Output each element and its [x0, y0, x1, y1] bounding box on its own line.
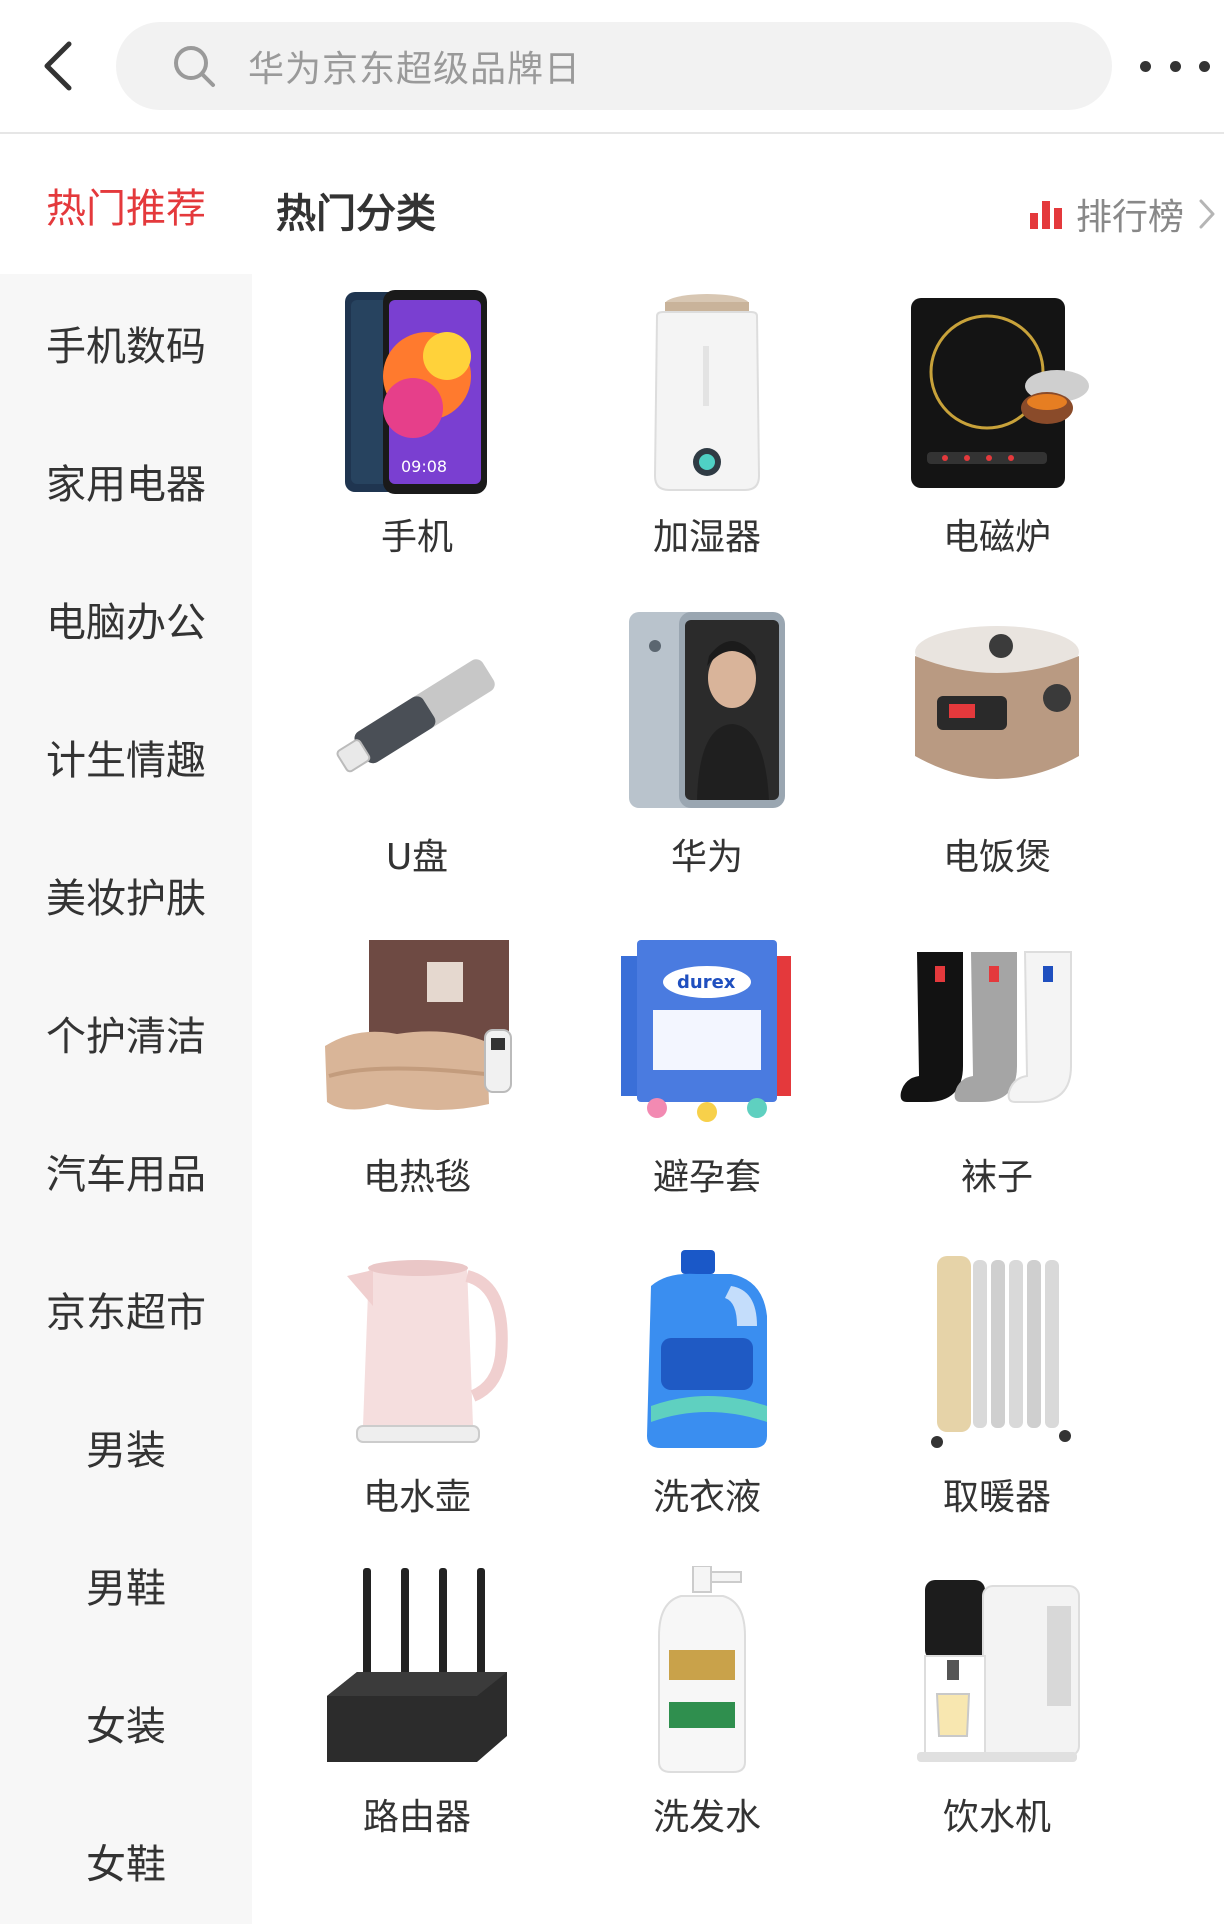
sidebar-item-menswear[interactable]: 男装 — [0, 1378, 252, 1516]
category-item-socks[interactable]: 袜子 — [852, 926, 1142, 1226]
sidebar-item-womenswear[interactable]: 女装 — [0, 1654, 252, 1792]
category-label: 华为 — [670, 837, 743, 878]
category-item-detergent[interactable]: 洗衣液 — [562, 1246, 852, 1546]
category-item-condom-box[interactable]: durex 避孕套 — [562, 926, 852, 1226]
category-label: 洗发水 — [652, 1797, 761, 1838]
more-dots-icon — [1199, 60, 1210, 72]
category-label: 手机 — [380, 517, 453, 558]
humidifier-icon — [607, 286, 807, 496]
kettle-icon — [317, 1246, 517, 1456]
category-item-water-dispenser[interactable]: 饮水机 — [852, 1566, 1142, 1866]
sidebar-item-womens-shoes[interactable]: 女鞋 — [0, 1792, 252, 1924]
heater-icon — [897, 1246, 1097, 1456]
top-bar: 华为京东超级品牌日 — [0, 0, 1224, 134]
more-dots-icon — [1169, 60, 1181, 72]
category-item-induction-cooker[interactable]: 电磁炉 — [852, 286, 1142, 586]
category-label: 路由器 — [362, 1797, 471, 1838]
category-item-humidifier[interactable]: 加湿器 — [562, 286, 852, 586]
electric-blanket-icon — [317, 926, 517, 1136]
bar-chart-icon — [1029, 201, 1062, 229]
category-item-electric-blanket[interactable]: 电热毯 — [272, 926, 562, 1226]
category-label: 电饭煲 — [942, 837, 1051, 878]
category-sidebar: 热门推荐 手机数码 家用电器 电脑办公 计生情趣 美妆护肤 个护清洁 汽车用品 … — [0, 136, 252, 1924]
ranking-label: 排行榜 — [1075, 197, 1184, 238]
category-label: 洗衣液 — [652, 1477, 761, 1518]
socks-icon — [897, 926, 1097, 1136]
sidebar-item-beauty[interactable]: 美妆护肤 — [0, 826, 252, 964]
chevron-left-icon — [44, 41, 72, 91]
condom-box-icon: durex — [607, 926, 807, 1136]
section-title: 热门分类 — [276, 191, 436, 237]
category-item-shampoo[interactable]: 洗发水 — [562, 1566, 852, 1866]
category-item-phone[interactable]: 09:08 手机 — [272, 286, 562, 586]
category-item-rice-cooker[interactable]: 电饭煲 — [852, 606, 1142, 906]
sidebar-item-appliances[interactable]: 家用电器 — [0, 412, 252, 550]
router-icon — [317, 1566, 517, 1776]
category-label: 袜子 — [960, 1157, 1033, 1198]
rice-cooker-icon — [897, 606, 1097, 816]
sidebar-item-personal-care[interactable]: 个护清洁 — [0, 964, 252, 1102]
detergent-icon — [607, 1246, 807, 1456]
category-label: 电热毯 — [362, 1157, 471, 1198]
more-dots-icon — [1140, 60, 1151, 72]
category-item-kettle[interactable]: 电水壶 — [272, 1246, 562, 1546]
category-item-huawei[interactable]: 华为 — [562, 606, 852, 906]
induction-cooker-icon — [897, 286, 1097, 496]
category-label: 饮水机 — [942, 1797, 1051, 1838]
category-label: 电磁炉 — [942, 517, 1051, 558]
back-button[interactable] — [36, 36, 80, 96]
section-header: 热门分类 排行榜 — [276, 184, 1216, 244]
main-content: 热门分类 排行榜 09:08 手机 加湿器 电磁炉 U盘 华为 电饭煲 电热毯 … — [252, 136, 1224, 1924]
sidebar-item-digital[interactable]: 手机数码 — [0, 274, 252, 412]
search-input[interactable]: 华为京东超级品牌日 — [116, 22, 1112, 110]
sidebar-item-auto[interactable]: 汽车用品 — [0, 1102, 252, 1240]
category-item-router[interactable]: 路由器 — [272, 1566, 562, 1866]
category-item-heater[interactable]: 取暖器 — [852, 1246, 1142, 1546]
usb-drive-icon — [317, 606, 517, 816]
sidebar-item-family-planning[interactable]: 计生情趣 — [0, 688, 252, 826]
category-label: 取暖器 — [942, 1477, 1051, 1518]
shampoo-icon — [607, 1566, 807, 1776]
category-item-usb-drive[interactable]: U盘 — [272, 606, 562, 906]
ranking-link[interactable]: 排行榜 — [1029, 184, 1216, 244]
category-label: 电水壶 — [362, 1477, 471, 1518]
search-icon — [170, 42, 218, 90]
chevron-right-icon — [1199, 199, 1215, 229]
phone-icon: 09:08 — [317, 286, 517, 496]
huawei-phone-icon — [607, 606, 807, 816]
category-label: 避孕套 — [652, 1157, 761, 1198]
search-placeholder: 华为京东超级品牌日 — [248, 49, 582, 90]
sidebar-item-mens-shoes[interactable]: 男鞋 — [0, 1516, 252, 1654]
svg-text:09:08: 09:08 — [401, 457, 447, 476]
svg-text:durex: durex — [677, 972, 736, 993]
category-label: U盘 — [385, 837, 449, 878]
water-dispenser-icon — [897, 1566, 1097, 1776]
sidebar-item-hot[interactable]: 热门推荐 — [0, 136, 252, 274]
sidebar-item-computer[interactable]: 电脑办公 — [0, 550, 252, 688]
more-button[interactable] — [1140, 46, 1210, 86]
category-label: 加湿器 — [652, 517, 761, 558]
sidebar-item-supermarket[interactable]: 京东超市 — [0, 1240, 252, 1378]
